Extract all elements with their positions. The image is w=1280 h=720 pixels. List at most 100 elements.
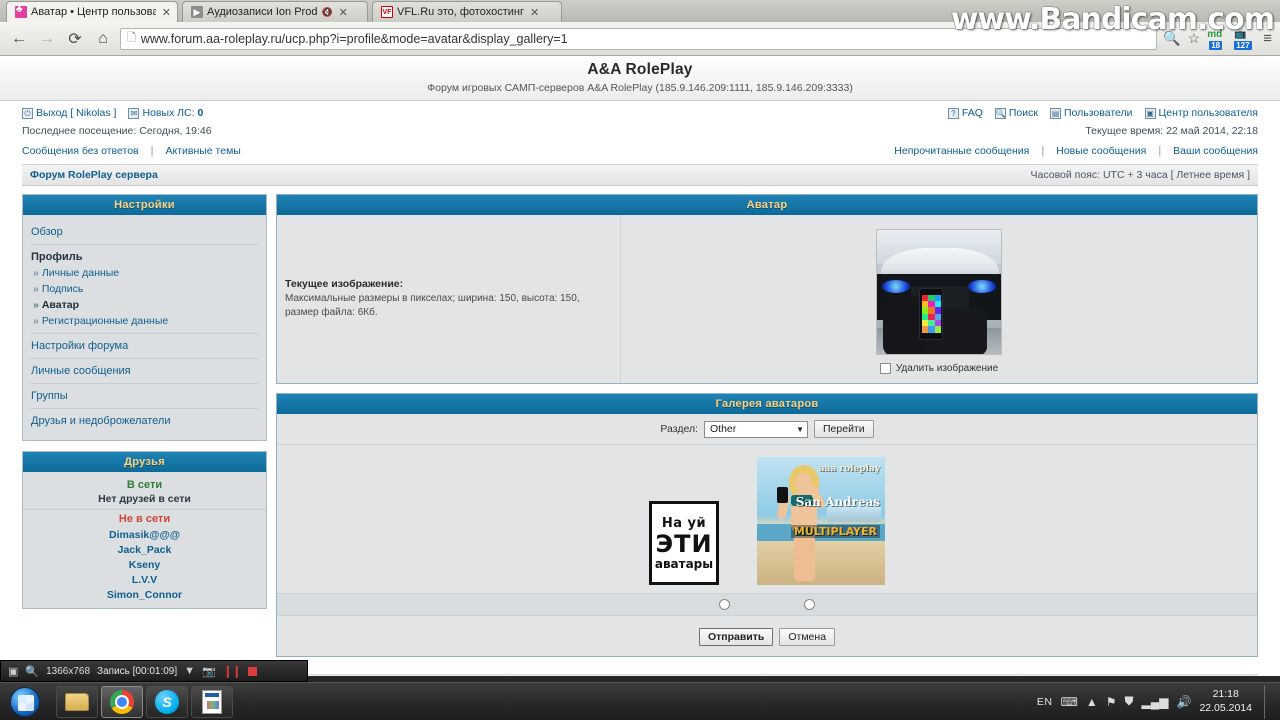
sidebar-item-forum-settings[interactable]: Настройки форума [31, 338, 258, 354]
friends-panel-body: В сети Нет друзей в сети Не в сети Dimas… [23, 472, 266, 608]
show-desktop-button[interactable] [1264, 684, 1272, 719]
avatar-block-title: Аватар [277, 195, 1257, 215]
gallery-actions: Отправить Отмена [277, 620, 1257, 656]
avatar-constraints: Максимальные размеры в пикселах; ширина:… [285, 292, 580, 319]
zoom-icon[interactable]: 🔍 [25, 665, 39, 678]
sidebar-item-signature[interactable]: » Подпись [31, 281, 258, 297]
avatar-block-body: Текущее изображение: Максимальные размер… [277, 215, 1257, 383]
taskbar-chrome[interactable] [101, 685, 143, 718]
taskbar-clock[interactable]: 21:18 22.05.2014 [1199, 688, 1252, 714]
sidebar-item-private-messages[interactable]: Личные сообщения [31, 363, 258, 379]
settings-section-forum: Настройки форума [31, 334, 258, 359]
camera-icon[interactable]: 📷 [202, 665, 216, 678]
chevron-right-icon: » [33, 299, 39, 311]
address-bar[interactable]: 🗋 www.forum.aa-roleplay.ru/ucp.php?i=pro… [120, 27, 1158, 50]
browser-tab-3-close-icon[interactable]: ✕ [530, 6, 539, 19]
md-extension-icon[interactable]: md 18 [1207, 29, 1227, 50]
gallery-avatar-2[interactable]: aaa roleplay San Andreas MULTIPLAYER [757, 457, 885, 585]
sidebar-item-registration-data[interactable]: » Регистрационные данные [31, 313, 258, 329]
window-icon[interactable]: ▣ [8, 665, 18, 678]
chrome-icon [110, 689, 134, 714]
friends-panel-title: Друзья [23, 452, 266, 472]
friend-item[interactable]: Simon_Connor [23, 587, 266, 602]
site-description: Форум игровых САМП-серверов A&A RolePlay… [427, 82, 853, 94]
quick-links-row: Сообщения без ответов | Активные темы Не… [22, 137, 1258, 157]
cancel-button[interactable]: Отмена [779, 628, 836, 646]
friend-item[interactable]: Kseny [23, 557, 266, 572]
reload-button[interactable]: ⟳ [64, 28, 86, 50]
forward-button[interactable]: → [36, 28, 58, 50]
submit-button[interactable]: Отправить [698, 628, 774, 646]
breadcrumb: Форум RolePlay сервера Часовой пояс: UTC… [22, 164, 1258, 186]
gallery-go-button[interactable]: Перейти [814, 420, 874, 438]
settings-section-profile: Профиль » Личные данные » Подпись » Аватар [31, 245, 258, 334]
taskbar-buttons: S [56, 685, 233, 718]
ucp-link[interactable]: ▣ Центр пользователя [1144, 107, 1258, 119]
sidebar-item-overview[interactable]: Обзор [31, 224, 258, 240]
delete-image-checkbox[interactable] [879, 362, 891, 374]
windows-taskbar: S EN ⌨ ▲ ⚑ ⛊ ▂▄▆ 🔊 21:18 22.05.2014 [0, 682, 1280, 720]
back-button[interactable]: ← [8, 28, 30, 50]
chrome-menu-icon[interactable]: ≡ [1261, 30, 1272, 47]
browser-tab-1-close-icon[interactable]: ✕ [162, 6, 171, 19]
keyboard-icon[interactable]: ⌨ [1061, 695, 1078, 709]
sidebar-item-personal-data[interactable]: » Личные данные [31, 265, 258, 281]
shield-icon[interactable]: ⛊ [1125, 694, 1134, 709]
user-bar-right: ? FAQ 🔍 Поиск ▤ Пользователи ▣ Центр пол… [947, 107, 1258, 119]
sidebar-item-groups[interactable]: Группы [31, 388, 258, 404]
layout-columns: Настройки Обзор Профиль »Личные данные [22, 194, 1258, 666]
unread-messages-link[interactable]: Непрочитанные сообщения [894, 145, 1029, 157]
gallery-items: На уй ЭТИ аватары aaa roleplay San Andre… [277, 457, 1257, 585]
logout-link[interactable]: ⏻ Выход [ Nikolas ] [22, 107, 116, 119]
gallery-block-title: Галерея аватаров [277, 394, 1257, 414]
language-indicator[interactable]: EN [1037, 696, 1053, 708]
start-button[interactable] [2, 685, 48, 719]
search-icon[interactable]: 🔍 [1163, 30, 1180, 47]
sidebar-item-friends-foes[interactable]: Друзья и недоброжелатели [31, 413, 258, 429]
browser-tab-2-mute-icon[interactable]: 🔇 [321, 7, 332, 18]
your-messages-link[interactable]: Ваши сообщения [1173, 145, 1258, 157]
delete-image-row[interactable]: Удалить изображение [879, 362, 998, 374]
browser-tab-strip: Аватар • Центр пользова ✕ ▶ Аудиозаписи … [0, 0, 1280, 22]
chevron-up-icon[interactable]: ▲ [1086, 695, 1098, 709]
flag-icon[interactable]: ⚑ [1106, 695, 1117, 709]
breadcrumb-forum-link[interactable]: Форум RolePlay сервера [30, 169, 158, 181]
gallery-avatar-1[interactable]: На уй ЭТИ аватары [649, 501, 719, 585]
unanswered-posts-link[interactable]: Сообщения без ответов [22, 145, 139, 157]
start-orb-icon [10, 686, 40, 717]
browser-tab-2[interactable]: ▶ Аудиозаписи Ion Prod 🔇 ✕ [182, 1, 368, 22]
volume-icon[interactable]: 🔊 [1176, 695, 1191, 709]
bookmark-star-icon[interactable]: ☆ [1188, 30, 1201, 47]
taskbar-skype[interactable]: S [146, 685, 188, 718]
friend-item[interactable]: L.V.V [23, 572, 266, 587]
faq-link[interactable]: ? FAQ [947, 107, 983, 119]
browser-toolbar: ← → ⟳ ⌂ 🗋 www.forum.aa-roleplay.ru/ucp.p… [0, 22, 1280, 56]
page-content: ⏻ Выход [ Nikolas ] ✉ Новых ЛС: 0 ? FAQ [0, 101, 1280, 676]
sidebar-item-registration-data-label: Регистрационные данные [41, 315, 169, 327]
gallery-avatar-1-radio[interactable] [719, 599, 730, 610]
search-link[interactable]: 🔍 Поиск [994, 107, 1038, 119]
gallery-avatar-2-radio[interactable] [804, 599, 815, 610]
browser-tab-2-close-icon[interactable]: ✕ [339, 6, 348, 19]
sidebar-item-avatar[interactable]: » Аватар [31, 297, 258, 313]
friend-item[interactable]: Jack_Pack [23, 542, 266, 557]
pause-icon[interactable]: ❙❙ [223, 664, 242, 678]
gallery-section-select[interactable]: Other ▼ [704, 420, 808, 438]
new-pm-link[interactable]: ✉ Новых ЛС: 0 [128, 107, 203, 119]
members-link[interactable]: ▤ Пользователи [1049, 107, 1133, 119]
taskbar-explorer[interactable] [56, 685, 98, 718]
user-bar-left: ⏻ Выход [ Nikolas ] ✉ Новых ЛС: 0 [22, 107, 203, 119]
taskbar-document[interactable] [191, 685, 233, 718]
home-button[interactable]: ⌂ [92, 28, 114, 50]
settings-panel-body: Обзор Профиль »Личные данные »Подпись [23, 215, 266, 440]
network-icon[interactable]: ▂▄▆ [1142, 695, 1169, 709]
browser-tab-3[interactable]: VF VFL.Ru это, фотохостинг ✕ [372, 1, 562, 22]
friend-item[interactable]: Dimasik@@@ [23, 527, 266, 542]
sidebar: Настройки Обзор Профиль »Личные данные [22, 194, 267, 619]
stop-icon[interactable] [247, 666, 257, 676]
new-messages-link[interactable]: Новые сообщения [1056, 145, 1146, 157]
chevron-down-icon[interactable]: ▼ [184, 665, 195, 677]
active-topics-link[interactable]: Активные темы [165, 145, 240, 157]
tv-extension-icon[interactable]: 📺 127 [1234, 29, 1254, 50]
browser-tab-1[interactable]: Аватар • Центр пользова ✕ [6, 1, 178, 22]
